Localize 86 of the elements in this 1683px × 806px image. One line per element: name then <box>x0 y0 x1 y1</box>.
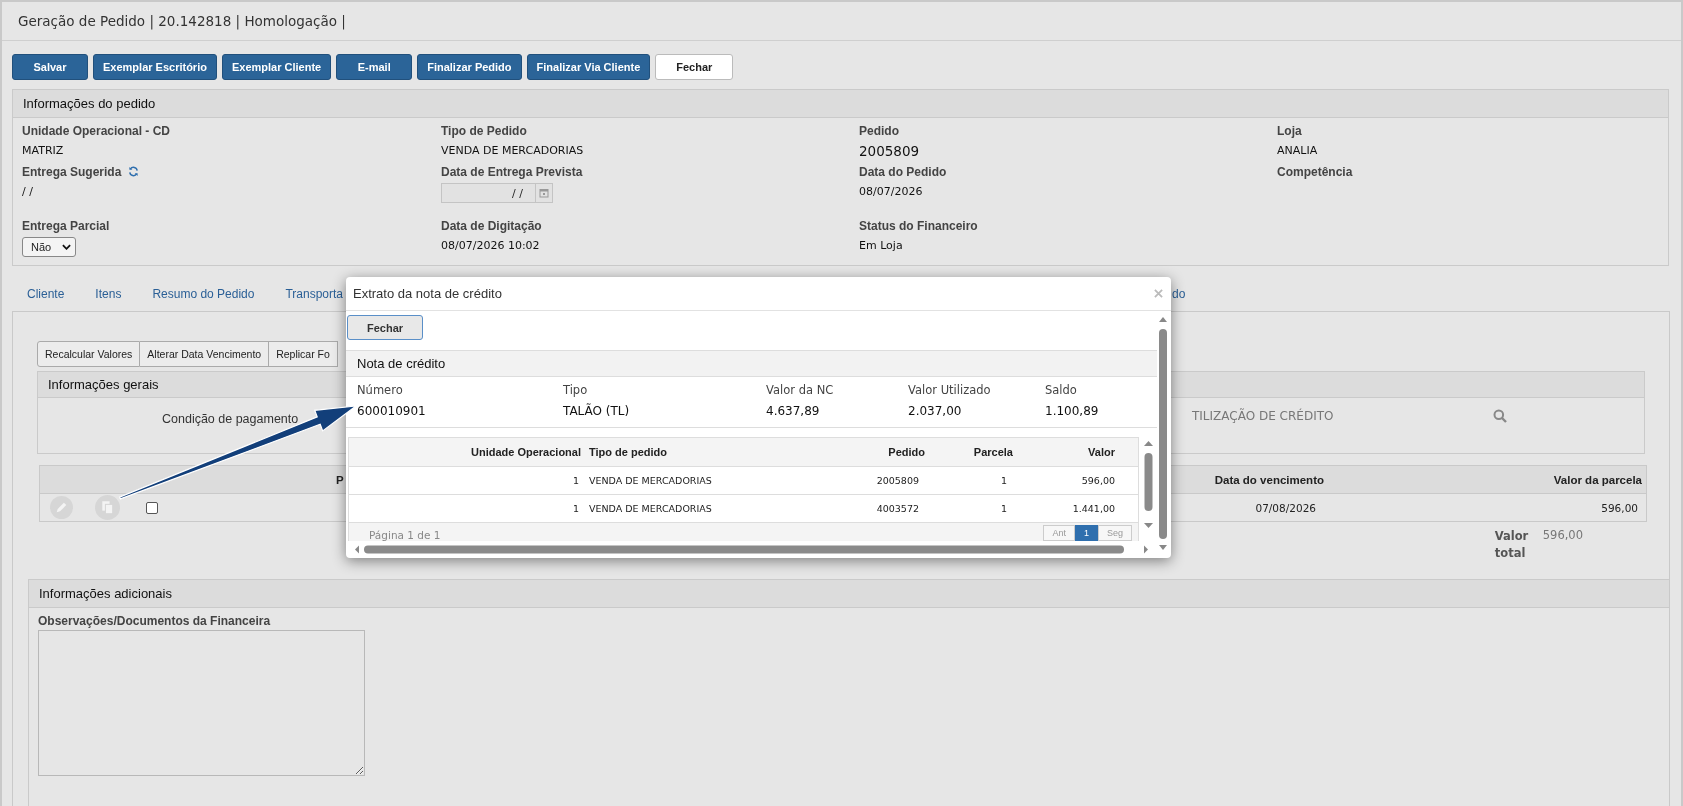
field-label: Observações/Documentos da Financeira <box>38 614 271 628</box>
field-value: ANALIA <box>1277 143 1318 159</box>
field-label: Unidade Operacional - CD <box>22 123 171 138</box>
toolbar-button[interactable]: Fechar <box>655 54 734 80</box>
field-value: TALÃO (TL) <box>563 402 630 420</box>
field-label: Loja <box>1277 123 1302 138</box>
total-label: Valor total <box>1494 528 1529 562</box>
panel-header: Informações do pedido <box>13 90 1668 118</box>
table-cell: 596,00 <box>1601 501 1638 514</box>
field-label: Tipo <box>563 382 588 399</box>
field-label: Entrega Parcial <box>22 218 110 233</box>
action-button[interactable]: Alterar Data Vencimento <box>140 341 270 367</box>
field-label: Tipo de Pedido <box>441 123 527 138</box>
field-label: Valor Utilizado <box>908 382 991 399</box>
table-cell: VENDA DE MERCADORIAS <box>589 503 712 514</box>
field-value: 08/07/2026 <box>859 184 923 200</box>
toolbar-button[interactable]: Finalizar Pedido <box>417 54 522 80</box>
toolbar-button[interactable]: E-mail <box>336 54 413 80</box>
tab[interactable]: Transporta <box>285 287 344 301</box>
section-header: Nota de crédito <box>346 350 1157 377</box>
field-value: 4.637,89 <box>766 403 820 420</box>
calendar-icon[interactable] <box>535 184 552 202</box>
column-header: Valor da parcela <box>1553 473 1642 486</box>
field-label: Condição de pagamento <box>162 412 299 426</box>
page-info: Página 1 de 1 <box>369 529 441 541</box>
table-cell: 4003572 <box>876 503 919 514</box>
toolbar-button[interactable]: Exemplar Escritório <box>93 54 217 80</box>
field-value: 1.100,89 <box>1045 403 1099 420</box>
toolbar-button[interactable]: Salvar <box>12 54 88 80</box>
column-header: Data do vencimento <box>1214 473 1324 486</box>
field-value: VENDA DE MERCADORIAS <box>441 143 584 159</box>
field-value: MATRIZ <box>22 143 64 159</box>
field-value: 2005809 <box>859 142 920 161</box>
field-value: 600010901 <box>357 403 426 420</box>
action-button[interactable]: Replicar Fo <box>269 341 338 367</box>
table-cell: 596,00 <box>1081 475 1115 486</box>
column-header: Parcela <box>973 446 1013 458</box>
table-cell: 07/08/2026 <box>1255 501 1316 514</box>
tab[interactable]: do <box>1172 287 1186 301</box>
table-cell: 1 <box>572 503 579 514</box>
field-label: Saldo <box>1045 382 1077 399</box>
date-field[interactable]: / / <box>441 183 553 203</box>
table-cell: 1 <box>1000 475 1007 486</box>
field-value: / / <box>22 184 33 200</box>
field-label: Pedido <box>859 123 899 138</box>
panel-header: Informações adicionais <box>29 580 1669 608</box>
table-cell: 1 <box>572 475 579 486</box>
field-label: Valor da NC <box>766 382 834 399</box>
column-header: Unidade Operacional <box>470 446 581 458</box>
total-value: 596,00 <box>1542 528 1583 544</box>
column-header: Pedido <box>888 446 925 458</box>
dropdown[interactable]: Não <box>22 237 76 257</box>
field-value: 2.037,00 <box>908 403 962 420</box>
table-cell: 2005809 <box>876 475 919 486</box>
column-header: P <box>336 473 344 486</box>
field-value: TILIZAÇÃO DE CRÉDITO <box>1192 409 1335 423</box>
column-header: Valor <box>1088 446 1115 458</box>
table-cell: VENDA DE MERCADORIAS <box>589 475 712 486</box>
tab[interactable]: Resumo do Pedido <box>152 287 255 301</box>
tab[interactable]: Cliente <box>27 287 65 301</box>
chevron-down-icon <box>62 244 71 250</box>
close-button[interactable]: Fechar <box>347 315 423 340</box>
dialog-title: Extrato da nota de crédito <box>353 286 502 301</box>
field-label: Data do Pedido <box>859 164 947 179</box>
notes-field[interactable] <box>38 630 365 776</box>
checkbox[interactable] <box>146 501 158 514</box>
table-cell: 1.441,00 <box>1072 503 1115 514</box>
field-label: Entrega Sugerida <box>22 164 122 179</box>
page-button[interactable]: 1 <box>1074 525 1098 541</box>
column-header: Tipo de pedido <box>589 446 667 458</box>
field-label: Competência <box>1277 164 1353 179</box>
field-label: Data de Digitação <box>441 218 542 233</box>
refresh-icon[interactable] <box>128 166 140 177</box>
page-title: Geração de Pedido | 20.142818 | Homologação | <box>18 13 346 29</box>
action-button[interactable]: Recalcular Valores <box>37 341 141 367</box>
search-icon[interactable] <box>1492 409 1507 423</box>
tab[interactable]: Itens <box>95 287 122 301</box>
close-icon[interactable] <box>1154 289 1163 298</box>
field-value: 08/07/2026 10:02 <box>441 238 540 254</box>
field-value: Em Loja <box>859 238 903 254</box>
field-label: Status do Financeiro <box>859 218 978 233</box>
toolbar-button[interactable]: Finalizar Via Cliente <box>526 54 651 80</box>
field-label: Número <box>357 382 403 399</box>
field-label: Data de Entrega Prevista <box>441 164 583 179</box>
table-cell: 1 <box>1000 503 1007 514</box>
toolbar-button[interactable]: Exemplar Cliente <box>221 54 332 80</box>
